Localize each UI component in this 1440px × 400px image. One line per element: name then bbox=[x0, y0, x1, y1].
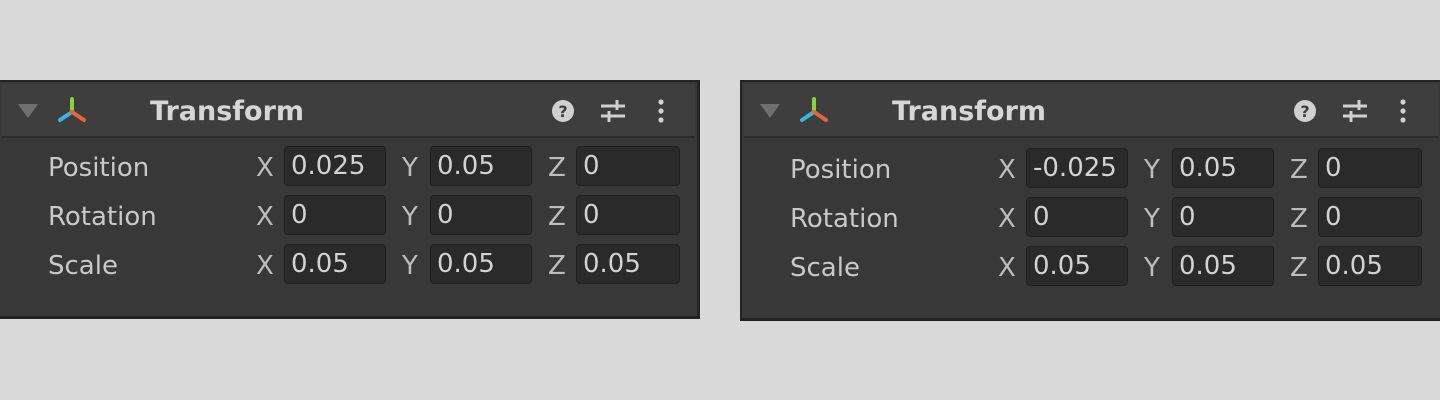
rotation-z-field[interactable]: 0 bbox=[1318, 197, 1422, 237]
position-z-field[interactable]: 0 bbox=[1318, 148, 1422, 188]
y-axis-label[interactable]: Y bbox=[1144, 201, 1168, 237]
z-axis-label[interactable]: Z bbox=[548, 248, 572, 284]
scale-y-field[interactable]: 0.05 bbox=[430, 244, 532, 284]
component-title: Transform bbox=[150, 96, 305, 127]
x-axis-label[interactable]: X bbox=[998, 201, 1022, 237]
position-row: Position X 0.025 Y 0.05 Z 0 bbox=[0, 146, 697, 190]
rotation-row: Rotation X 0 Y 0 Z 0 bbox=[0, 195, 697, 239]
transform-panel-right: Transform ? Position X -0.025 Y 0.05 Z 0… bbox=[740, 80, 1440, 321]
rotation-z-field[interactable]: 0 bbox=[576, 195, 680, 235]
y-axis-label[interactable]: Y bbox=[1144, 250, 1168, 286]
position-x-field[interactable]: -0.025 bbox=[1026, 148, 1128, 188]
position-row: Position X -0.025 Y 0.05 Z 0 bbox=[742, 148, 1440, 192]
x-axis-label[interactable]: X bbox=[998, 152, 1022, 188]
rotation-y-field[interactable]: 0 bbox=[1172, 197, 1274, 237]
help-icon[interactable]: ? bbox=[548, 96, 578, 126]
transform-axis-icon bbox=[58, 97, 86, 122]
presets-icon[interactable] bbox=[598, 96, 628, 126]
z-axis-label[interactable]: Z bbox=[548, 150, 572, 186]
kebab-menu-icon[interactable] bbox=[646, 96, 676, 126]
transform-panel-left: Transform ? Position X 0.025 Y 0.05 Z 0 … bbox=[0, 80, 700, 319]
scale-row: Scale X 0.05 Y 0.05 Z 0.05 bbox=[0, 244, 697, 288]
svg-text:?: ? bbox=[558, 102, 567, 121]
scale-x-field[interactable]: 0.05 bbox=[1026, 246, 1128, 286]
y-axis-label[interactable]: Y bbox=[1144, 152, 1168, 188]
rotation-y-field[interactable]: 0 bbox=[430, 195, 532, 235]
foldout-arrow-icon[interactable] bbox=[760, 104, 780, 118]
component-header[interactable]: Transform ? bbox=[744, 84, 1438, 138]
position-y-field[interactable]: 0.05 bbox=[430, 146, 532, 186]
kebab-menu-icon[interactable] bbox=[1388, 96, 1418, 126]
x-axis-label[interactable]: X bbox=[256, 248, 280, 284]
position-z-field[interactable]: 0 bbox=[576, 146, 680, 186]
scale-y-field[interactable]: 0.05 bbox=[1172, 246, 1274, 286]
component-header[interactable]: Transform ? bbox=[2, 84, 695, 138]
scale-label: Scale bbox=[790, 253, 860, 283]
scale-x-field[interactable]: 0.05 bbox=[284, 244, 386, 284]
x-axis-label[interactable]: X bbox=[256, 199, 280, 235]
y-axis-label[interactable]: Y bbox=[402, 248, 426, 284]
scale-label: Scale bbox=[48, 251, 118, 281]
transform-axis-icon bbox=[800, 97, 828, 122]
z-axis-label[interactable]: Z bbox=[1290, 201, 1314, 237]
foldout-arrow-icon[interactable] bbox=[18, 104, 38, 118]
scale-z-field[interactable]: 0.05 bbox=[1318, 246, 1422, 286]
y-axis-label[interactable]: Y bbox=[402, 199, 426, 235]
rotation-label: Rotation bbox=[790, 204, 899, 234]
position-label: Position bbox=[48, 153, 150, 183]
scale-row: Scale X 0.05 Y 0.05 Z 0.05 bbox=[742, 246, 1440, 290]
position-x-field[interactable]: 0.025 bbox=[284, 146, 386, 186]
z-axis-label[interactable]: Z bbox=[548, 199, 572, 235]
position-y-field[interactable]: 0.05 bbox=[1172, 148, 1274, 188]
z-axis-label[interactable]: Z bbox=[1290, 152, 1314, 188]
presets-icon[interactable] bbox=[1340, 96, 1370, 126]
scale-z-field[interactable]: 0.05 bbox=[576, 244, 680, 284]
help-icon[interactable]: ? bbox=[1290, 96, 1320, 126]
component-title: Transform bbox=[892, 96, 1047, 127]
svg-text:?: ? bbox=[1300, 102, 1309, 121]
z-axis-label[interactable]: Z bbox=[1290, 250, 1314, 286]
position-label: Position bbox=[790, 155, 892, 185]
rotation-x-field[interactable]: 0 bbox=[1026, 197, 1128, 237]
x-axis-label[interactable]: X bbox=[998, 250, 1022, 286]
x-axis-label[interactable]: X bbox=[256, 150, 280, 186]
rotation-row: Rotation X 0 Y 0 Z 0 bbox=[742, 197, 1440, 241]
y-axis-label[interactable]: Y bbox=[402, 150, 426, 186]
rotation-x-field[interactable]: 0 bbox=[284, 195, 386, 235]
rotation-label: Rotation bbox=[48, 202, 157, 232]
